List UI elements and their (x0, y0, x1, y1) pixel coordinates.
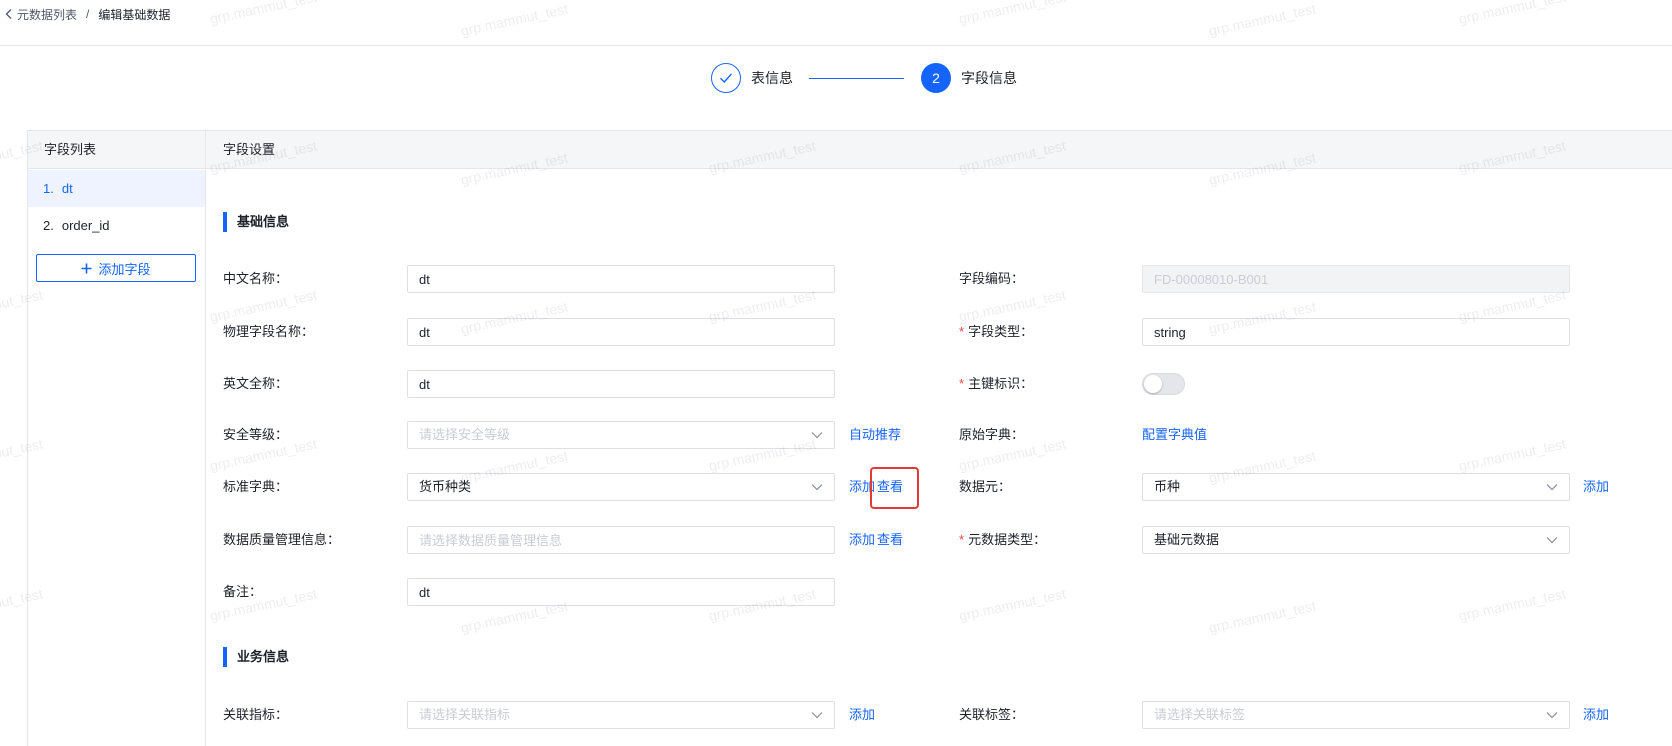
metadata-type-select[interactable]: 基础元数据 (1142, 526, 1570, 554)
watermark-text: grp.mammut_test (459, 0, 570, 39)
related-metric-placeholder: 请选择关联指标 (419, 707, 511, 722)
dq-info-label: 数据质量管理信息： (223, 532, 341, 547)
add-field-label: 添加字段 (98, 261, 151, 277)
standard-dict-view-link[interactable]: 查看 (877, 473, 903, 501)
field-name: dt (61, 181, 73, 196)
field-type-label-wrap: * 字段类型： (959, 318, 1033, 346)
chevron-down-icon (811, 432, 823, 439)
dq-info-input[interactable] (407, 526, 835, 554)
header-divider (0, 45, 1672, 46)
standard-dict-value: 货币种类 (419, 479, 472, 494)
watermark-text: grp.mammut_test (1457, 435, 1568, 474)
related-tag-label: 关联标签： (959, 707, 1025, 722)
chevron-down-icon (1546, 712, 1558, 719)
step-1-indicator[interactable] (711, 63, 741, 93)
back-link[interactable]: 元数据列表 (4, 6, 77, 23)
related-metric-add-link[interactable]: 添加 (849, 701, 875, 729)
remark-input[interactable] (407, 578, 835, 606)
breadcrumb-parent[interactable]: 元数据列表 (17, 6, 77, 23)
configure-dict-link[interactable]: 配置字典值 (1142, 421, 1207, 449)
step-2-indicator[interactable]: 2 (921, 63, 951, 93)
standard-dict-select[interactable]: 货币种类 (407, 473, 835, 501)
data-element-add-link[interactable]: 添加 (1583, 473, 1609, 501)
breadcrumb-current: 编辑基础数据 (98, 7, 171, 22)
watermark-text: grp.mammut_test (1207, 597, 1318, 636)
security-level-placeholder: 请选择安全等级 (419, 427, 511, 442)
auto-recommend-link[interactable]: 自动推荐 (849, 421, 901, 449)
dq-info-add-link[interactable]: 添加 (849, 526, 875, 554)
field-index: 2. (43, 218, 54, 233)
standard-dict-add-link[interactable]: 添加 (849, 473, 875, 501)
chevron-left-icon (5, 9, 12, 19)
breadcrumb: 元数据列表 / 编辑基础数据 (4, 5, 170, 23)
metadata-type-label-wrap: * 元数据类型： (959, 526, 1046, 554)
field-list-item-dt[interactable]: 1. dt (28, 170, 205, 207)
required-mark: * (959, 532, 965, 547)
data-element-label: 数据元： (959, 479, 1012, 494)
step-connector (809, 78, 904, 79)
field-type-input[interactable] (1142, 318, 1570, 346)
chinese-name-label: 中文名称： (223, 271, 289, 286)
watermark-text: grp.mammut_test (957, 0, 1068, 27)
related-tag-placeholder: 请选择关联标签 (1154, 707, 1246, 722)
section-bar (223, 647, 227, 667)
related-metric-select[interactable]: 请选择关联指标 (407, 701, 835, 729)
field-list-header: 字段列表 (27, 130, 206, 169)
security-level-label: 安全等级： (223, 427, 289, 442)
security-level-select[interactable]: 请选择安全等级 (407, 421, 835, 449)
primary-key-switch[interactable] (1142, 373, 1185, 395)
related-metric-label: 关联指标： (223, 707, 289, 722)
switch-knob (1144, 375, 1162, 393)
add-field-button[interactable]: 添加字段 (36, 254, 196, 282)
check-icon (720, 73, 733, 84)
watermark-text: grp.mammut_test (1457, 0, 1568, 27)
physical-name-label: 物理字段名称： (223, 324, 315, 339)
related-tag-select[interactable]: 请选择关联标签 (1142, 701, 1570, 729)
english-name-label: 英文全称： (223, 376, 289, 391)
source-dict-label: 原始字典： (959, 427, 1025, 442)
required-mark: * (959, 324, 965, 339)
primary-key-label: 主键标识： (968, 376, 1034, 391)
breadcrumb-separator: / (86, 7, 90, 21)
watermark-text: grp.mammut_test (957, 585, 1068, 624)
chevron-down-icon (811, 484, 823, 491)
physical-name-input[interactable] (407, 318, 835, 346)
field-code-input (1142, 265, 1570, 293)
plus-icon (81, 263, 92, 273)
field-index: 1. (43, 181, 54, 196)
standard-dict-label: 标准字典： (223, 479, 289, 494)
chevron-down-icon (811, 712, 823, 719)
watermark-text: grp.mammut_test (1207, 0, 1318, 39)
watermark-text: grp.mammut_test (208, 0, 319, 27)
dq-info-view-link[interactable]: 查看 (877, 526, 903, 554)
english-name-input[interactable] (407, 370, 835, 398)
field-settings-header: 字段设置 (206, 130, 1672, 169)
field-name: order_id (61, 218, 110, 233)
section-title-business-info: 业务信息 (237, 649, 290, 664)
chinese-name-input[interactable] (407, 265, 835, 293)
remark-label: 备注： (223, 584, 263, 599)
field-type-label: 字段类型： (968, 324, 1034, 339)
section-bar (223, 212, 227, 232)
chevron-down-icon (1546, 484, 1558, 491)
chevron-down-icon (1546, 537, 1558, 544)
data-element-value: 币种 (1154, 479, 1181, 494)
step-2-label[interactable]: 字段信息 (961, 63, 1017, 93)
primary-key-label-wrap: * 主键标识： (959, 370, 1033, 398)
data-element-select[interactable]: 币种 (1142, 473, 1570, 501)
related-tag-add-link[interactable]: 添加 (1583, 701, 1609, 729)
metadata-type-label: 元数据类型： (968, 532, 1047, 547)
watermark-text: grp.mammut_test (1457, 585, 1568, 624)
field-settings-title: 字段设置 (223, 142, 276, 157)
metadata-type-value: 基础元数据 (1154, 532, 1220, 547)
field-code-label: 字段编码： (959, 271, 1025, 286)
section-title-basic-info: 基础信息 (237, 214, 290, 229)
step-1-label[interactable]: 表信息 (751, 63, 793, 93)
field-list-item-order-id[interactable]: 2. order_id (28, 207, 205, 244)
field-list-title: 字段列表 (44, 142, 97, 157)
required-mark: * (959, 376, 965, 391)
